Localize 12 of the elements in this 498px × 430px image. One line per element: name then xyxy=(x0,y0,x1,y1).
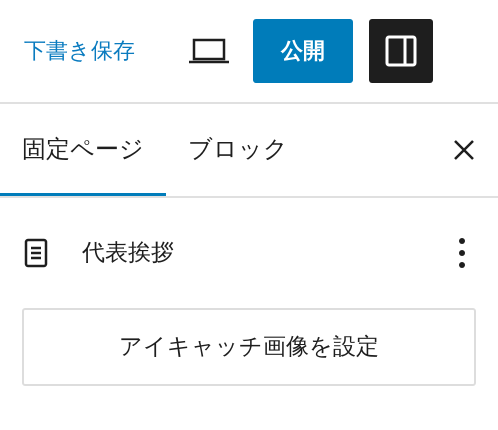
publish-button[interactable]: 公開 xyxy=(253,19,353,83)
laptop-icon xyxy=(188,38,230,64)
sidebar-tab[interactable]: 固定ページ xyxy=(0,104,166,196)
page-title: 代表挨拶 xyxy=(82,238,174,268)
sidebar-toggle-button[interactable] xyxy=(369,19,433,83)
close-icon xyxy=(453,139,475,161)
set-featured-image-button[interactable]: アイキャッチ画像を設定 xyxy=(22,308,476,386)
save-draft-link[interactable]: 下書き保存 xyxy=(24,34,135,68)
document-icon xyxy=(24,238,48,268)
more-vertical-icon xyxy=(459,237,465,269)
sidebar-tab[interactable]: ブロック xyxy=(166,104,310,196)
sidebar-icon xyxy=(385,35,417,67)
